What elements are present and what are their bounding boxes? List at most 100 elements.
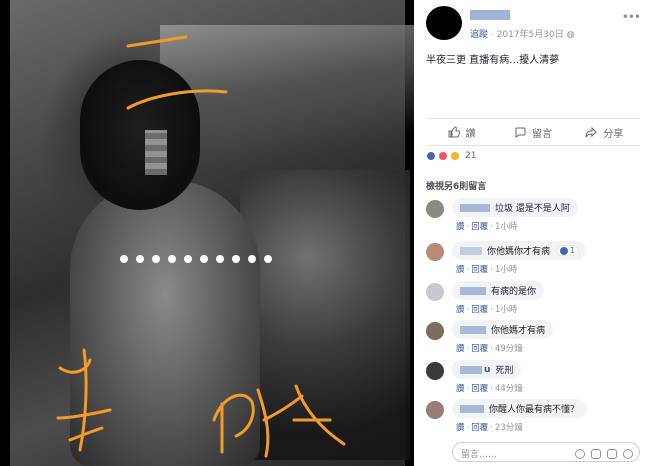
comment-label: 留言 — [531, 128, 552, 140]
orange-scribble-overlay — [56, 35, 346, 458]
comment-composer: 留言…… — [426, 440, 640, 464]
post-date[interactable]: 2017年5月30日 — [497, 30, 564, 40]
carousel-dot[interactable] — [200, 255, 208, 263]
comment-button[interactable]: 留言 — [497, 125, 568, 140]
current-user-avatar[interactable] — [426, 442, 446, 462]
comment-time[interactable]: 49分鐘 — [495, 344, 523, 354]
post-meta: 追蹤 · 2017年5月30日 ◍ — [470, 27, 574, 40]
reaction-summary[interactable]: 21 — [426, 151, 476, 161]
commenter-name[interactable]: u — [460, 365, 490, 375]
comment-text: 你醒人你最有病不懂？ — [489, 405, 580, 415]
thumbs-up-icon — [448, 126, 460, 138]
carousel-dot[interactable] — [232, 255, 240, 263]
carousel-dot[interactable] — [248, 255, 256, 263]
commenter-avatar[interactable] — [426, 200, 444, 218]
comment-time[interactable]: 1小時 — [495, 265, 517, 275]
comment-time[interactable]: 23分鐘 — [495, 423, 523, 433]
commenter-name-redacted — [460, 365, 482, 374]
carousel-dot[interactable] — [216, 255, 224, 263]
comment-bubble: 你他媽才有病 — [452, 320, 554, 339]
comment-input[interactable]: 留言…… — [452, 442, 640, 462]
commenter-name-redacted[interactable] — [460, 325, 486, 334]
comment-like-link[interactable]: 讚 — [456, 423, 465, 433]
comment-actions: 讚 · 回覆 · 49分鐘 — [456, 344, 523, 354]
comment-like-link[interactable]: 讚 — [456, 305, 465, 315]
comment-item: 你他媽你才有病 1 讚 · 回覆 · 1小時 — [426, 241, 640, 281]
comment-bubble: 你醒人你最有病不懂？ — [452, 399, 588, 418]
comment-reply-link[interactable]: 回覆 — [471, 423, 488, 433]
comment-bubble: u 死刑 — [452, 360, 522, 379]
comment-time[interactable]: 44分鐘 — [495, 384, 523, 394]
like-button[interactable]: 讚 — [426, 125, 497, 140]
comment-item: 垃圾 還是不是人阿 讚 · 回覆 · 1小時 — [426, 198, 640, 238]
comment-reply-link[interactable]: 回覆 — [471, 384, 488, 394]
comment-reply-link[interactable]: 回覆 — [471, 265, 488, 275]
author-avatar[interactable] — [426, 6, 462, 40]
comment-actions: 讚 · 回覆 · 23分鐘 — [456, 423, 523, 433]
comment-like-link[interactable]: 讚 — [456, 344, 465, 354]
comment-actions: 讚 · 回覆 · 44分鐘 — [456, 384, 523, 394]
comment-like-link[interactable]: 讚 — [456, 222, 465, 232]
commenter-avatar[interactable] — [426, 283, 444, 301]
more-options-icon[interactable]: ••• — [622, 10, 641, 24]
comment-like-link[interactable]: 讚 — [456, 384, 465, 394]
carousel-dot[interactable] — [184, 255, 192, 263]
author-name-redacted[interactable] — [470, 10, 510, 20]
follow-link[interactable]: 追蹤 — [470, 30, 488, 40]
post-actions: 讚 留言 分享 — [426, 118, 640, 146]
comment-time[interactable]: 1小時 — [495, 222, 517, 232]
comment-text: 垃圾 還是不是人阿 — [495, 204, 570, 214]
comment-actions: 讚 · 回覆 · 1小時 — [456, 265, 518, 275]
love-reaction-icon — [438, 151, 448, 161]
comment-text: 有病的是你 — [491, 287, 537, 297]
commenter-avatar[interactable] — [426, 362, 444, 380]
carousel-dot[interactable] — [120, 255, 128, 263]
comment-bubble: 你他媽你才有病 1 — [452, 241, 587, 260]
commenter-name-redacted[interactable] — [460, 246, 482, 255]
globe-icon: ◍ — [566, 30, 575, 40]
comment-actions: 讚 · 回覆 · 1小時 — [456, 305, 518, 315]
view-more-comments-link[interactable]: 檢視另6則留言 — [426, 179, 486, 192]
like-reaction-icon — [426, 151, 436, 161]
like-label: 讚 — [465, 128, 476, 140]
post-side-panel: 追蹤 · 2017年5月30日 ◍ ••• 半夜三更 直播有病…擾人清夢 讚 留… — [414, 0, 650, 466]
post-photo[interactable] — [0, 0, 414, 466]
comment-bubble: 有病的是你 — [452, 281, 545, 300]
comment-text: 你他媽才有病 — [491, 326, 546, 336]
commenter-name-redacted[interactable] — [460, 404, 484, 413]
comment-input-placeholder: 留言…… — [461, 450, 498, 460]
emoji-icon[interactable] — [575, 449, 585, 459]
commenter-name-suffix: u — [484, 364, 491, 375]
commenter-avatar[interactable] — [426, 243, 444, 261]
carousel-dot[interactable] — [152, 255, 160, 263]
comment-reaction-badge[interactable]: 1 — [557, 246, 579, 255]
post-header: 追蹤 · 2017年5月30日 ◍ ••• — [426, 6, 641, 40]
carousel-dot[interactable] — [136, 255, 144, 263]
haha-reaction-icon — [450, 151, 460, 161]
comment-reaction-count: 1 — [570, 246, 576, 255]
carousel-dots[interactable] — [120, 255, 272, 263]
camera-icon[interactable] — [591, 449, 601, 459]
carousel-dot[interactable] — [168, 255, 176, 263]
commenter-name-redacted[interactable] — [460, 286, 486, 295]
comment-text: 你他媽你才有病 — [487, 247, 551, 257]
comment-reply-link[interactable]: 回覆 — [471, 344, 488, 354]
comment-reply-link[interactable]: 回覆 — [471, 222, 488, 232]
comment-reply-link[interactable]: 回覆 — [471, 305, 488, 315]
comment-actions: 讚 · 回覆 · 1小時 — [456, 222, 518, 232]
like-reaction-icon — [560, 246, 569, 255]
comment-item: 你醒人你最有病不懂？ 讚 · 回覆 · 23分鐘 — [426, 399, 640, 439]
gif-icon[interactable] — [607, 449, 617, 459]
sticker-icon[interactable] — [623, 449, 633, 459]
commenter-avatar[interactable] — [426, 322, 444, 340]
commenter-avatar[interactable] — [426, 401, 444, 419]
share-icon — [585, 126, 598, 138]
comment-like-link[interactable]: 讚 — [456, 265, 465, 275]
comment-item: u 死刑 讚 · 回覆 · 44分鐘 — [426, 360, 640, 400]
carousel-dot[interactable] — [264, 255, 272, 263]
comment-item: 你他媽才有病 讚 · 回覆 · 49分鐘 — [426, 320, 640, 360]
share-button[interactable]: 分享 — [569, 125, 640, 140]
comment-time[interactable]: 1小時 — [495, 305, 517, 315]
comment-icon — [515, 127, 526, 138]
commenter-name-redacted[interactable] — [460, 203, 490, 212]
